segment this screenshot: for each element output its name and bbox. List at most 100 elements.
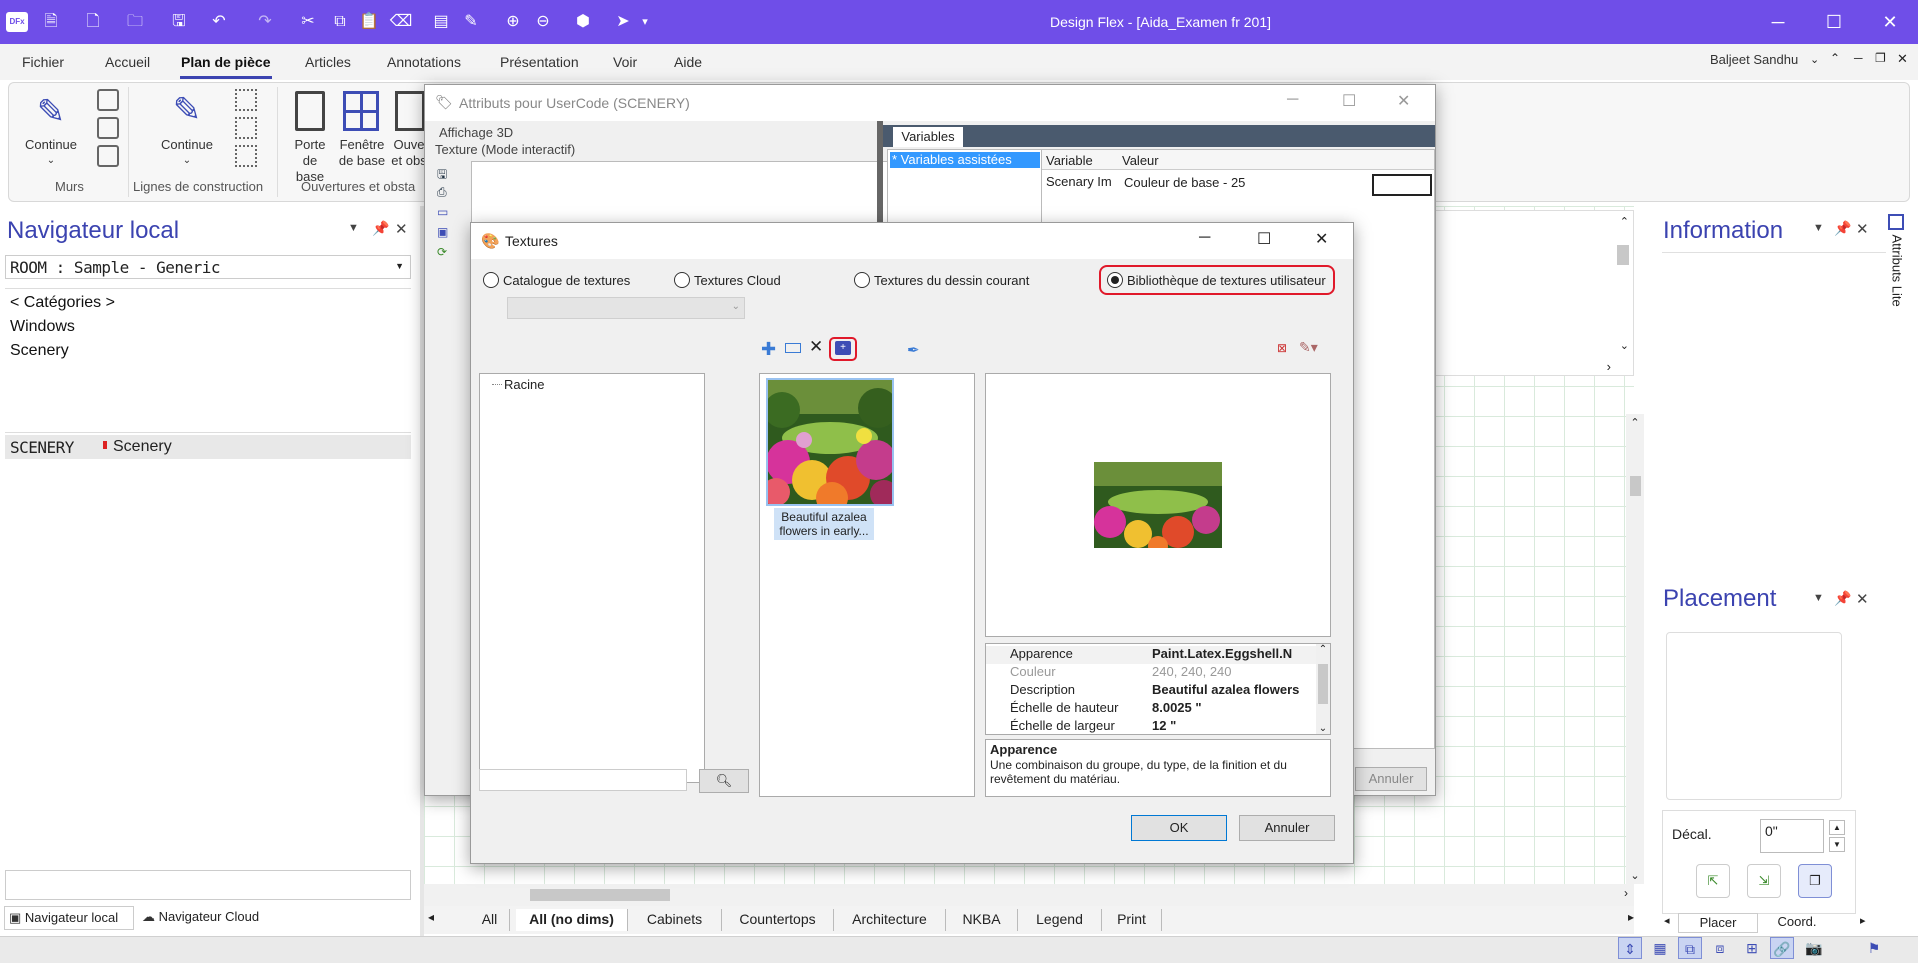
cube-icon[interactable]: ⬢ — [570, 9, 596, 35]
opening-icon[interactable] — [395, 91, 425, 131]
toggle-arrows-icon[interactable]: ⇕ — [1618, 937, 1642, 959]
col-value-header[interactable]: Valeur — [1122, 153, 1159, 168]
menu-articles[interactable]: Articles — [305, 54, 351, 70]
room-select[interactable]: ROOM : Sample - Generic ▼ — [5, 255, 411, 279]
menu-aide[interactable]: Aide — [674, 54, 702, 70]
info-pane-menu-icon[interactable]: ▼ — [1813, 222, 1824, 234]
placement-pin-icon[interactable]: 📌 — [1834, 590, 1851, 607]
edit-drawing-icon[interactable]: ✎ — [458, 9, 484, 35]
customize-toolbar-icon[interactable]: ▾ — [632, 9, 658, 35]
upper-view-vscroll-up-icon[interactable]: ⌃ — [1620, 215, 1629, 228]
prop-row-color[interactable]: Couleur 240, 240, 240 — [986, 664, 1316, 682]
info-pin-icon[interactable]: 📌 — [1834, 220, 1851, 237]
overlap-icon[interactable]: ⧈ — [1708, 937, 1732, 959]
bottom-nav-tab-cloud[interactable]: ☁ Navigateur Cloud — [140, 906, 300, 930]
texture-thumbnail[interactable] — [766, 378, 894, 506]
rename-icon[interactable] — [785, 343, 801, 353]
variable-row-name[interactable]: Scenary Im — [1046, 174, 1112, 189]
snap-objects-icon[interactable]: ⧉ — [1678, 937, 1702, 959]
clear-preview-icon[interactable]: ⊠ — [1277, 341, 1287, 355]
col-variable-header[interactable]: Variable — [1046, 153, 1093, 168]
wall-continue-dropdown-icon[interactable]: ⌄ — [21, 153, 81, 169]
radio-current-drawing[interactable] — [854, 272, 870, 288]
radio-catalogue[interactable] — [483, 272, 499, 288]
selected-item-row[interactable]: SCENERY Scenery — [5, 435, 411, 459]
drawing-vscroll[interactable]: ⌃ ⌄ — [1626, 414, 1644, 884]
attributes-minimize-icon[interactable]: ─ — [1287, 91, 1298, 109]
upper-view-vscroll-down-icon[interactable]: ⌄ — [1620, 339, 1629, 352]
properties-scrollbar[interactable]: ⌃ ⌄ — [1316, 644, 1330, 734]
placement-tab-coord[interactable]: Coord. — [1762, 913, 1832, 933]
drawing-hscroll-right-icon[interactable]: › — [1624, 886, 1628, 900]
drawing-vscroll-down-icon[interactable]: ⌄ — [1626, 869, 1644, 882]
copy-icon[interactable]: ⧉ — [327, 9, 353, 35]
place-after-button[interactable]: ⇲ — [1747, 864, 1781, 898]
user-name[interactable]: Baljeet Sandhu — [1710, 52, 1798, 67]
upper-view-hscroll-right-icon[interactable]: › — [1607, 359, 1611, 374]
variable-row-value[interactable]: Couleur de base - 25 — [1124, 175, 1245, 190]
placement-tabs-left-icon[interactable]: ◂ — [1664, 914, 1670, 927]
placement-pane-menu-icon[interactable]: ▼ — [1813, 592, 1824, 604]
prop-row-appearance[interactable]: Apparence Paint.Latex.Eggshell.N — [986, 646, 1316, 664]
tab-all-no-dims[interactable]: All (no dims) — [516, 909, 628, 931]
placement-close-icon[interactable]: ✕ — [1856, 590, 1869, 608]
prop-row-width-scale[interactable]: Échelle de largeur 12 " — [986, 718, 1316, 734]
construction-continue-button[interactable]: Continue — [155, 137, 219, 153]
attributs-lite-side-tab[interactable]: Attributs Lite — [1882, 212, 1910, 332]
save-icon[interactable]: 🖫 — [166, 9, 192, 35]
bottom-nav-tab-local[interactable]: ▣ Navigateur local — [4, 906, 134, 930]
pane-close-icon[interactable]: ✕ — [395, 220, 408, 238]
list-item-windows[interactable]: Windows — [10, 318, 75, 336]
menu-plan-de-piece[interactable]: Plan de pièce — [181, 54, 270, 70]
user-dropdown-icon[interactable]: ⌄ — [1810, 53, 1819, 66]
variable-color-swatch[interactable] — [1372, 174, 1432, 196]
radio-cloud[interactable] — [674, 272, 690, 288]
maximize-icon[interactable]: ☐ — [1806, 0, 1862, 44]
category-dropdown[interactable]: ⌄ — [507, 297, 745, 319]
properties-scroll-down-icon[interactable]: ⌄ — [1316, 723, 1330, 734]
decal-down-icon[interactable]: ▼ — [1829, 837, 1845, 852]
properties-scroll-thumb[interactable] — [1318, 664, 1328, 704]
list-item-scenery[interactable]: Scenery — [10, 342, 69, 360]
decal-up-icon[interactable]: ▲ — [1829, 820, 1845, 835]
attributes-tree-item-texture[interactable]: Texture (Mode interactif) — [435, 142, 575, 157]
redo-icon[interactable]: ↷ — [252, 9, 278, 35]
textures-minimize-icon[interactable]: ─ — [1199, 229, 1210, 247]
construction-tool-3-icon[interactable] — [235, 145, 257, 167]
attributes-tree-item-3d[interactable]: Affichage 3D — [439, 125, 513, 140]
radio-user-library-label[interactable]: Bibliothèque de textures utilisateur — [1127, 273, 1326, 288]
save-cloud-icon[interactable]: 🗎 — [38, 9, 64, 35]
place-copy-button[interactable]: ❐ — [1798, 864, 1832, 898]
tab-all[interactable]: All — [470, 909, 510, 931]
pin-icon[interactable]: 📌 — [372, 220, 389, 237]
tree-search-input[interactable] — [479, 769, 687, 791]
tree-root-item[interactable]: Racine — [504, 377, 544, 392]
assisted-variables-item[interactable]: * Variables assistées — [890, 152, 1040, 168]
doc-restore-icon[interactable]: ❐ — [1875, 51, 1886, 65]
book-icon[interactable]: ▤ — [428, 9, 454, 35]
prop-row-height-scale[interactable]: Échelle de hauteur 8.0025 " — [986, 700, 1316, 718]
upper-view-vscroll-thumb[interactable] — [1617, 245, 1629, 265]
textures-close-icon[interactable]: ✕ — [1315, 229, 1328, 249]
opening-button[interactable]: Ouve et obs — [389, 137, 429, 169]
tabs-scroll-left-icon[interactable]: ◂ — [428, 910, 434, 924]
radio-cloud-label[interactable]: Textures Cloud — [694, 273, 781, 288]
radio-current-drawing-label[interactable]: Textures du dessin courant — [874, 273, 1029, 288]
pane-menu-icon[interactable]: ▼ — [348, 222, 359, 234]
wall-tool-3-icon[interactable] — [97, 145, 119, 167]
cut-icon[interactable]: ✂ — [295, 9, 321, 35]
radio-user-library[interactable] — [1107, 272, 1123, 288]
tabs-scroll-right-icon[interactable]: ▸ — [1628, 910, 1634, 924]
tab-nkba[interactable]: NKBA — [946, 909, 1018, 931]
close-icon[interactable]: ✕ — [1862, 0, 1918, 44]
zoom-in-icon[interactable]: ⊕ — [500, 9, 526, 35]
attributes-toolbar-monitor-icon[interactable]: ▭ — [437, 205, 448, 219]
attributes-close-icon[interactable]: ✕ — [1397, 91, 1410, 111]
open-folder-icon[interactable]: 🗀 — [122, 9, 148, 35]
door-icon[interactable] — [295, 91, 325, 131]
cancel-button[interactable]: Annuler — [1239, 815, 1335, 841]
eyedropper-icon[interactable]: ✒ — [907, 341, 920, 359]
wall-tool-1-icon[interactable] — [97, 89, 119, 111]
drawing-hscroll[interactable]: › — [424, 884, 1634, 906]
menu-annotations[interactable]: Annotations — [387, 54, 461, 70]
